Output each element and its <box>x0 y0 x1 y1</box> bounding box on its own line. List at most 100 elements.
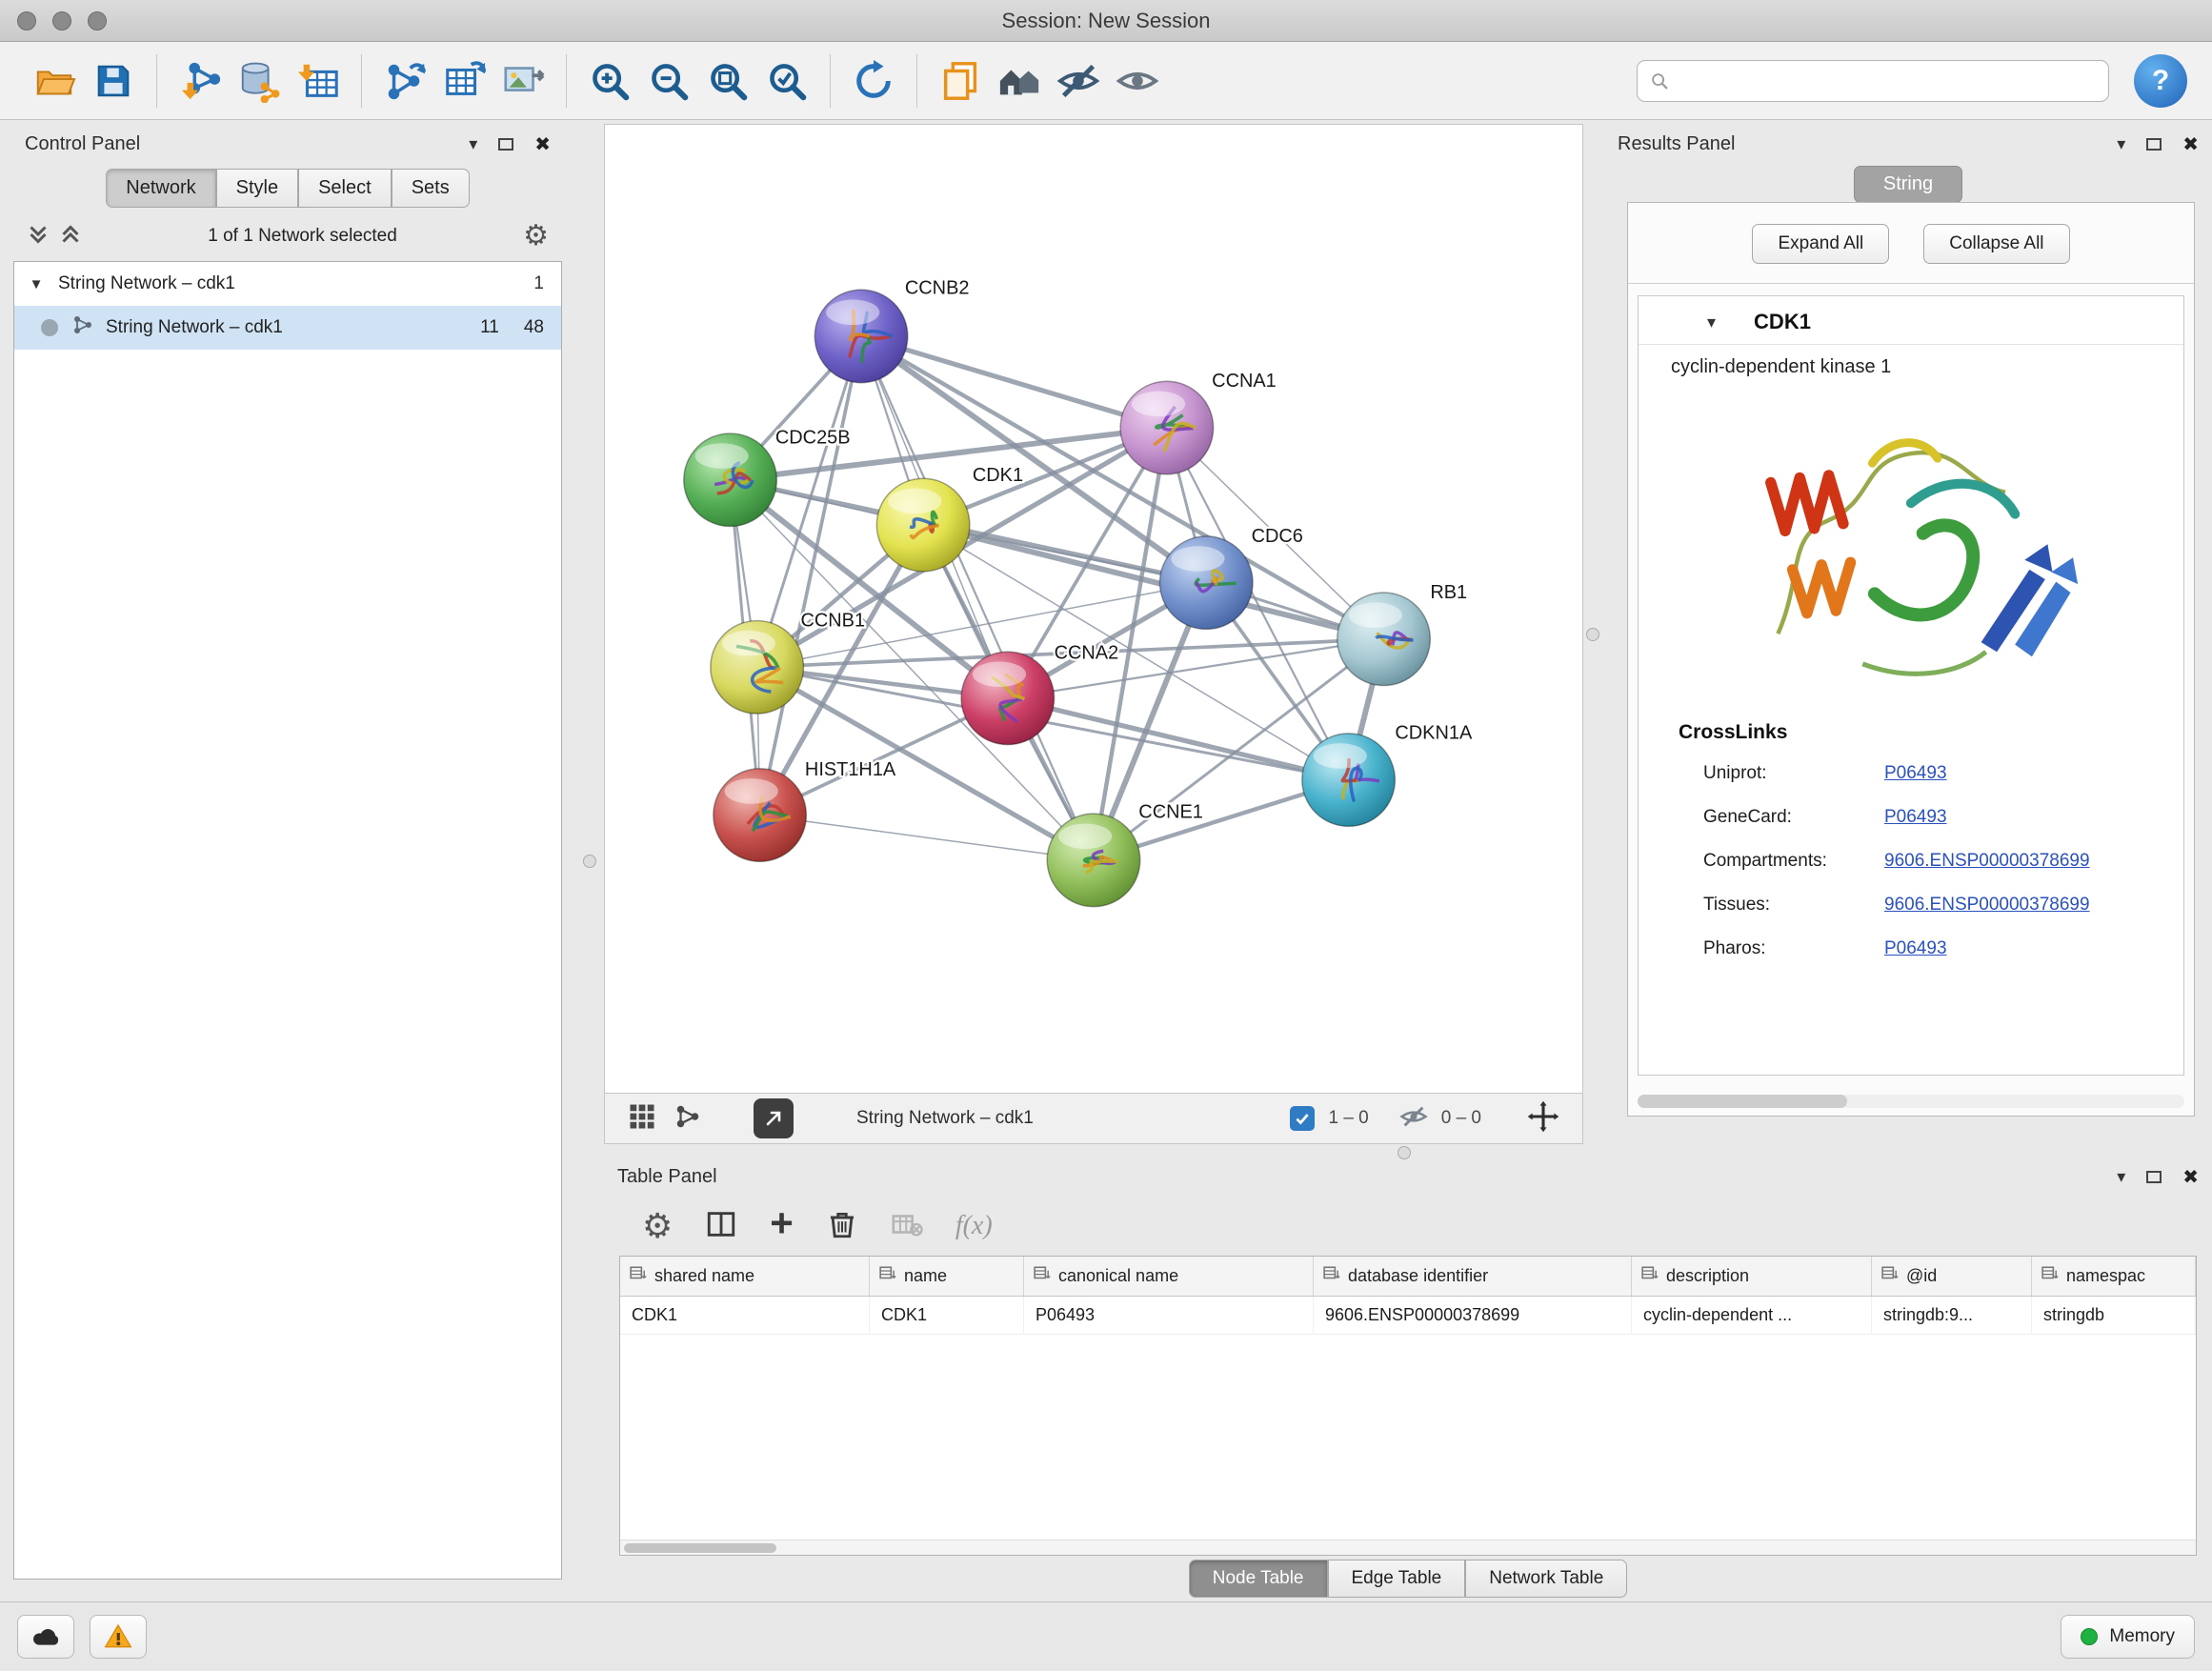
column-header-id[interactable]: @id <box>1872 1257 2032 1296</box>
export-table-button[interactable] <box>434 51 493 111</box>
show-annotations-button[interactable] <box>1108 51 1167 111</box>
gear-icon[interactable]: ⚙ <box>523 222 549 251</box>
window-title: Session: New Session <box>0 9 2212 33</box>
network-edge[interactable] <box>861 336 1094 860</box>
collapse-all-icon[interactable] <box>27 223 50 251</box>
collapse-panel-icon[interactable]: ▾ <box>2117 1167 2125 1187</box>
database-import-icon <box>237 59 281 103</box>
memory-button[interactable]: Memory <box>2061 1615 2195 1659</box>
delete-column-trash-icon[interactable] <box>826 1208 858 1245</box>
tab-sets[interactable]: Sets <box>392 169 470 208</box>
tab-network[interactable]: Network <box>106 169 215 208</box>
selection-checkbox[interactable] <box>1290 1106 1315 1131</box>
tab-node-table[interactable]: Node Table <box>1189 1560 1328 1598</box>
cloud-button[interactable] <box>17 1615 74 1659</box>
show-all-networks-button[interactable] <box>990 51 1049 111</box>
network-node[interactable]: CCNA2 <box>961 642 1118 744</box>
open-session-button[interactable] <box>25 51 84 111</box>
crosslink-label: GeneCard: <box>1703 807 1884 828</box>
network-node[interactable]: HIST1H1A <box>714 759 896 861</box>
tab-string[interactable]: String <box>1854 166 1962 203</box>
network-share-icon[interactable] <box>674 1102 702 1136</box>
minimize-window-button[interactable] <box>52 11 71 30</box>
collapse-panel-icon[interactable]: ▾ <box>469 134 477 154</box>
import-network-button[interactable] <box>171 51 230 111</box>
column-header-database-identifier[interactable]: database identifier <box>1314 1257 1632 1296</box>
zoom-in-button[interactable] <box>580 51 639 111</box>
results-horizontal-scrollbar[interactable] <box>1638 1095 2184 1108</box>
tab-style[interactable]: Style <box>216 169 298 208</box>
network-edge[interactable] <box>861 336 1167 428</box>
network-node[interactable]: CDK1 <box>876 465 1023 572</box>
right-splitter-handle[interactable] <box>1586 628 1599 641</box>
close-panel-icon[interactable]: ✖ <box>2182 1165 2199 1189</box>
network-collection-row[interactable]: ▼ String Network – cdk1 1 <box>14 262 561 306</box>
table-horizontal-scrollbar[interactable] <box>620 1540 2196 1555</box>
network-edge[interactable] <box>760 336 861 815</box>
column-header-description[interactable]: description <box>1632 1257 1872 1296</box>
create-column-icon[interactable]: + <box>770 1203 794 1243</box>
gene-collapse-icon[interactable]: ▾ <box>1707 312 1716 332</box>
help-button[interactable]: ? <box>2134 54 2187 108</box>
network-node[interactable]: CCNA1 <box>1120 371 1277 474</box>
apply-layout-button[interactable] <box>844 51 903 111</box>
network-canvas[interactable]: CCNB2CCNA1CDC25BCDK1CDC6RB1CCNB1CCNA2CDK… <box>605 125 1582 1093</box>
network-node[interactable]: CDKN1A <box>1302 723 1473 827</box>
cytoscape-window: Session: New Session <box>0 0 2212 1671</box>
hide-annotations-button[interactable] <box>1049 51 1108 111</box>
export-image-button[interactable] <box>493 51 553 111</box>
expand-all-button[interactable]: Expand All <box>1752 224 1889 264</box>
collection-expand-icon[interactable]: ▼ <box>14 276 58 292</box>
tab-edge-table[interactable]: Edge Table <box>1328 1560 1466 1598</box>
pharos-link[interactable]: P06493 <box>1884 938 1947 959</box>
close-panel-icon[interactable]: ✖ <box>2182 132 2199 156</box>
birdseye-view-icon[interactable] <box>628 1102 656 1136</box>
search-input[interactable] <box>1678 70 2097 91</box>
show-columns-icon[interactable] <box>705 1208 737 1245</box>
zoom-out-button[interactable] <box>639 51 698 111</box>
table-settings-gear-icon[interactable]: ⚙ <box>642 1209 673 1243</box>
toolbar-separator <box>566 54 567 108</box>
open-in-window-button[interactable] <box>754 1098 794 1138</box>
float-panel-icon[interactable] <box>2146 1171 2162 1183</box>
column-header-namespace[interactable]: namespac <box>2032 1257 2196 1296</box>
zoom-selected-button[interactable] <box>757 51 816 111</box>
expand-all-icon[interactable] <box>59 223 82 251</box>
warnings-button[interactable] <box>90 1615 147 1659</box>
table-row[interactable]: CDK1 CDK1 P06493 9606.ENSP00000378699 cy… <box>620 1297 2196 1335</box>
column-header-shared-name[interactable]: shared name <box>620 1257 870 1296</box>
zoom-fit-button[interactable] <box>698 51 757 111</box>
copy-document-button[interactable] <box>931 51 990 111</box>
close-panel-icon[interactable]: ✖ <box>534 132 551 156</box>
network-row-selected[interactable]: String Network – cdk1 11 48 <box>14 306 561 350</box>
network-count-label: 1 of 1 Network selected <box>91 226 513 247</box>
compartments-link[interactable]: 9606.ENSP00000378699 <box>1884 851 2090 872</box>
export-network-button[interactable] <box>375 51 434 111</box>
sort-icon <box>1881 1265 1899 1287</box>
import-table-button[interactable] <box>289 51 348 111</box>
pan-move-icon[interactable] <box>1527 1100 1559 1137</box>
network-edge[interactable] <box>760 815 1094 860</box>
tab-network-table[interactable]: Network Table <box>1465 1560 1627 1598</box>
tab-select[interactable]: Select <box>298 169 392 208</box>
network-node[interactable]: RB1 <box>1337 582 1467 686</box>
genecard-link[interactable]: P06493 <box>1884 807 1947 828</box>
float-panel-icon[interactable] <box>498 138 513 151</box>
network-node[interactable]: CCNB2 <box>814 278 969 383</box>
close-window-button[interactable] <box>17 11 36 30</box>
uniprot-link[interactable]: P06493 <box>1884 763 1947 784</box>
collapse-panel-icon[interactable]: ▾ <box>2117 134 2125 154</box>
left-splitter-handle[interactable] <box>583 855 596 868</box>
column-header-name[interactable]: name <box>870 1257 1024 1296</box>
collapse-all-button[interactable]: Collapse All <box>1923 224 2069 264</box>
import-network-from-database-button[interactable] <box>230 51 289 111</box>
bottom-splitter-handle[interactable] <box>1398 1146 1411 1159</box>
toolbar-separator <box>830 54 831 108</box>
zoom-window-button[interactable] <box>88 11 107 30</box>
tissues-link[interactable]: 9606.ENSP00000378699 <box>1884 895 2090 916</box>
column-header-canonical-name[interactable]: canonical name <box>1024 1257 1314 1296</box>
network-graph[interactable]: CCNB2CCNA1CDC25BCDK1CDC6RB1CCNB1CCNA2CDK… <box>605 125 1582 1093</box>
network-tree: ▼ String Network – cdk1 1 String Network… <box>13 261 562 1580</box>
save-session-button[interactable] <box>84 51 143 111</box>
float-panel-icon[interactable] <box>2146 138 2162 151</box>
